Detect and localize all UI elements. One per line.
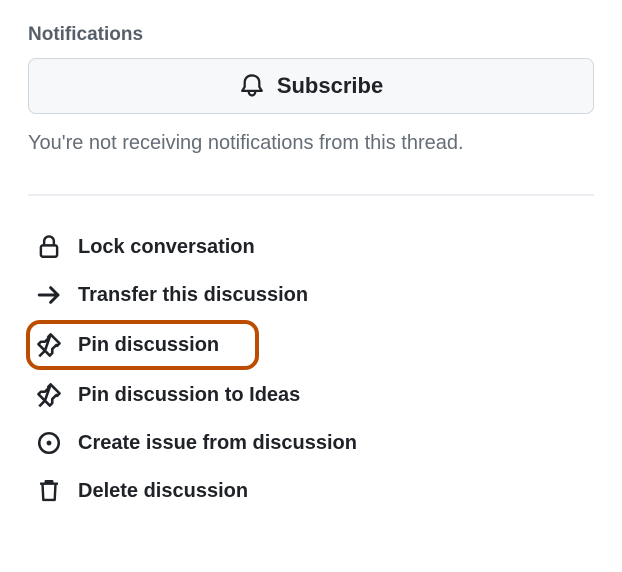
pin-ideas-label: Pin discussion to Ideas bbox=[78, 384, 300, 407]
subscribe-label: Subscribe bbox=[277, 73, 383, 99]
transfer-label: Transfer this discussion bbox=[78, 284, 308, 307]
issue-opened-icon bbox=[36, 430, 62, 456]
lock-icon bbox=[36, 234, 62, 260]
lock-label: Lock conversation bbox=[78, 236, 255, 259]
create-issue-label: Create issue from discussion bbox=[78, 432, 357, 455]
pin-discussion-ideas-action[interactable]: Pin discussion to Ideas bbox=[28, 372, 594, 418]
create-issue-action[interactable]: Create issue from discussion bbox=[28, 420, 594, 466]
notifications-description: You're not receiving notifications from … bbox=[28, 128, 594, 158]
subscribe-button[interactable]: Subscribe bbox=[28, 58, 594, 114]
trash-icon bbox=[36, 478, 62, 504]
transfer-discussion-action[interactable]: Transfer this discussion bbox=[28, 272, 594, 318]
pin-label: Pin discussion bbox=[78, 334, 219, 357]
pin-discussion-action[interactable]: Pin discussion bbox=[26, 320, 259, 370]
notifications-title: Notifications bbox=[28, 24, 594, 46]
action-list: Lock conversation Transfer this discussi… bbox=[28, 224, 594, 514]
divider bbox=[28, 194, 594, 196]
lock-conversation-action[interactable]: Lock conversation bbox=[28, 224, 594, 270]
pin-icon bbox=[36, 382, 62, 408]
pin-icon bbox=[36, 332, 62, 358]
bell-icon bbox=[239, 73, 265, 99]
delete-discussion-action[interactable]: Delete discussion bbox=[28, 468, 594, 514]
arrow-right-icon bbox=[36, 282, 62, 308]
delete-label: Delete discussion bbox=[78, 480, 248, 503]
